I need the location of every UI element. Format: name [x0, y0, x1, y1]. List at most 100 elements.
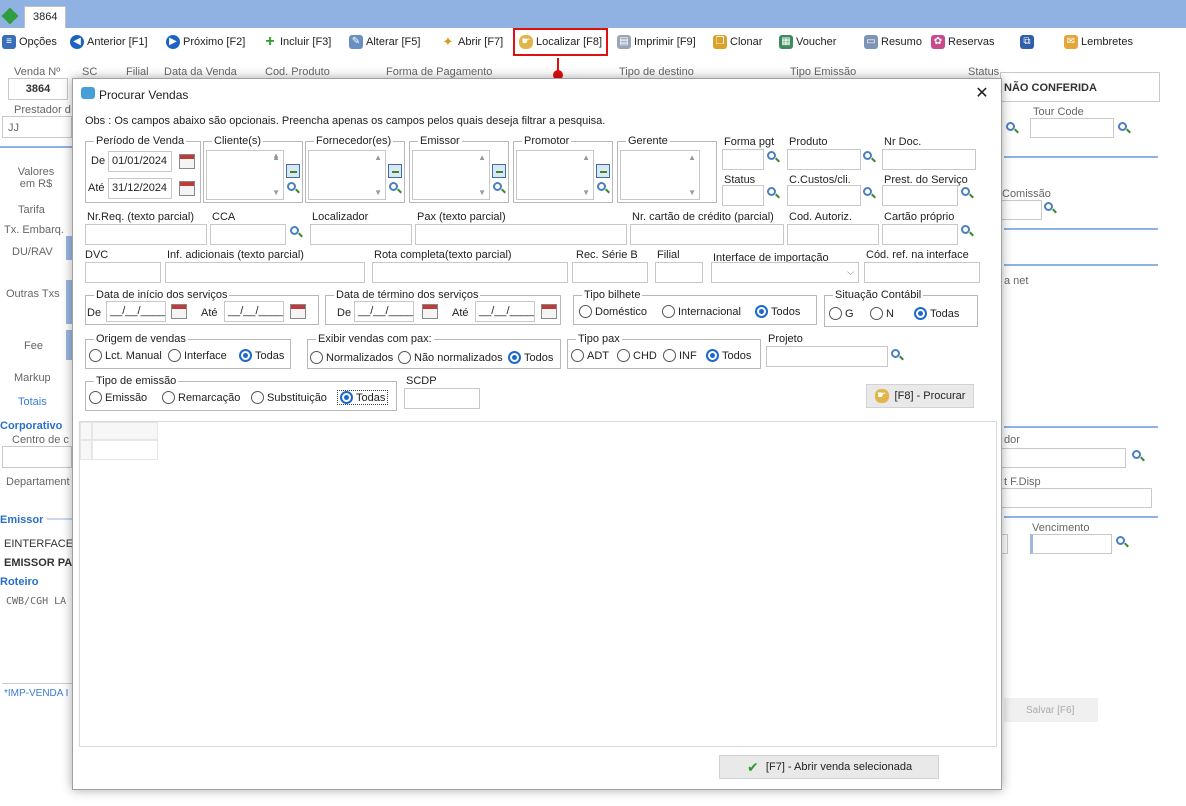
calendar-icon[interactable] [290, 304, 306, 319]
search-icon[interactable] [389, 182, 403, 196]
select-icon[interactable] [388, 164, 402, 178]
nr-req-input[interactable] [85, 224, 207, 245]
radio-g[interactable]: G [829, 307, 854, 320]
cca-input[interactable] [210, 224, 286, 245]
rota-completa-input[interactable] [372, 262, 568, 283]
inicio-de-input[interactable]: __/__/____ [106, 301, 166, 322]
reservations-button[interactable]: ✿ Reservas [931, 32, 994, 52]
search-icon[interactable] [891, 349, 905, 363]
projeto-input[interactable] [766, 346, 888, 367]
select-icon[interactable] [286, 164, 300, 178]
search-icon[interactable] [767, 187, 781, 201]
interface-importacao-select[interactable]: ⌵ [711, 262, 859, 283]
fornecedor-list[interactable]: ▲ ▼ [308, 150, 386, 200]
radio-todas-origem[interactable]: Todas [239, 349, 284, 362]
calendar-icon[interactable] [422, 304, 438, 319]
radio-normalizados[interactable]: Normalizados [310, 351, 393, 364]
bg-emissor: Emissor [0, 514, 48, 526]
periodo-de-input[interactable]: 01/01/2024 [108, 151, 172, 172]
options-button[interactable]: ≡ Opções [2, 32, 57, 52]
radio-internacional[interactable]: Internacional [662, 305, 741, 318]
close-icon[interactable]: ✕ [971, 83, 993, 105]
termino-ate-input[interactable]: __/__/____ [475, 301, 535, 322]
radio-interface[interactable]: Interface [168, 349, 227, 362]
calendar-icon[interactable] [179, 181, 195, 196]
radio-emissao[interactable]: Emissão [89, 391, 147, 404]
radio-todos-bilhete[interactable]: Todos [755, 305, 800, 318]
nr-doc-input[interactable] [882, 149, 976, 170]
tab-sale[interactable]: 3864 [24, 6, 66, 28]
search-icon[interactable] [287, 182, 301, 196]
status-input[interactable] [722, 185, 764, 206]
search-icon[interactable] [290, 226, 304, 240]
radio-n[interactable]: N [870, 307, 894, 320]
print-button[interactable]: ▤ Imprimir [F9] [617, 32, 696, 52]
ccustos-input[interactable] [787, 185, 861, 206]
previous-button[interactable]: ◀ Anterior [F1] [70, 32, 148, 52]
tipo-emissao-legend: Tipo de emissão [94, 375, 179, 387]
rec-serie-input[interactable] [572, 262, 648, 283]
radio-inf[interactable]: INF [663, 349, 697, 362]
radio-adt[interactable]: ADT [571, 349, 609, 362]
search-icon[interactable] [597, 182, 611, 196]
radio-todos-pax[interactable]: Todos [706, 349, 751, 362]
radio-lct-manual[interactable]: Lct. Manual [89, 349, 162, 362]
inf-adicionais-input[interactable] [165, 262, 365, 283]
next-button[interactable]: ▶ Próximo [F2] [166, 32, 245, 52]
radio-todas-situacao[interactable]: Todas [914, 307, 959, 320]
grid-header-cell[interactable] [92, 422, 158, 440]
cod-ref-input[interactable] [864, 262, 980, 283]
summary-button[interactable]: ▭ Resumo [864, 32, 922, 52]
cartao-proprio-input[interactable] [882, 224, 958, 245]
inicio-ate-input[interactable]: __/__/____ [224, 301, 284, 322]
grid-cell[interactable] [92, 440, 158, 460]
periodo-ate-input[interactable]: 31/12/2024 [108, 178, 172, 199]
select-icon[interactable] [596, 164, 610, 178]
results-grid[interactable] [79, 421, 997, 747]
voucher-button[interactable]: ▦ Voucher [779, 32, 836, 52]
promotor-list[interactable]: ▲ ▼ [516, 150, 594, 200]
calendar-icon[interactable] [179, 154, 195, 169]
termino-de-input[interactable]: __/__/____ [354, 301, 414, 322]
inicio-servicos-group: Data de início dos serviços De __/__/___… [85, 289, 319, 325]
scdp-input[interactable] [404, 388, 480, 409]
emissor-list[interactable]: ▲ ▼ [412, 150, 490, 200]
open-button[interactable]: ✦ Abrir [F7] [441, 32, 504, 52]
cliente-list[interactable]: ▲ ▼ ▲ [206, 150, 284, 200]
localizador-input[interactable] [310, 224, 412, 245]
radio-nao-normalizados[interactable]: Não normalizados [398, 351, 503, 364]
edit-button[interactable]: ✎ Alterar [F5] [349, 32, 420, 52]
radio-todos-exibir[interactable]: Todos [508, 351, 553, 364]
dvc-input[interactable] [85, 262, 161, 283]
forma-pgt-input[interactable] [722, 149, 764, 170]
search-icon[interactable] [767, 151, 781, 165]
clone-button[interactable]: ❐ Clonar [713, 32, 762, 52]
abrir-venda-button[interactable]: ✔ [F7] - Abrir venda selecionada [719, 755, 939, 779]
search-icon[interactable] [493, 182, 507, 196]
radio-todas-emissao[interactable]: Todas [337, 390, 389, 405]
search-icon[interactable] [863, 151, 877, 165]
attachment-button[interactable]: ⧉ [1020, 32, 1037, 52]
radio-remarcacao[interactable]: Remarcação [162, 391, 240, 404]
pax-input[interactable] [415, 224, 627, 245]
produto-input[interactable] [787, 149, 861, 170]
search-icon[interactable] [863, 187, 877, 201]
search-icon[interactable] [961, 187, 975, 201]
radio-substituicao[interactable]: Substituição [251, 391, 327, 404]
radio-chd[interactable]: CHD [617, 349, 657, 362]
reminders-button[interactable]: ✉ Lembretes [1064, 32, 1133, 52]
add-button[interactable]: + Incluir [F3] [263, 32, 331, 52]
calendar-icon[interactable] [541, 304, 557, 319]
gerente-list[interactable]: ▲ ▼ [620, 150, 700, 200]
termino-servicos-legend: Data de término dos serviços [334, 289, 481, 301]
nr-cartao-input[interactable] [630, 224, 784, 245]
filial-input[interactable] [655, 262, 703, 283]
calendar-icon[interactable] [171, 304, 187, 319]
cod-autoriz-input[interactable] [787, 224, 879, 245]
search-icon[interactable] [961, 225, 975, 239]
localizar-button[interactable]: ☛ Localizar [F8] [513, 28, 609, 56]
prest-servico-input[interactable] [882, 185, 958, 206]
select-icon[interactable] [492, 164, 506, 178]
radio-domestico[interactable]: Doméstico [579, 305, 647, 318]
procurar-button[interactable]: ☛ [F8] - Procurar [866, 384, 974, 408]
